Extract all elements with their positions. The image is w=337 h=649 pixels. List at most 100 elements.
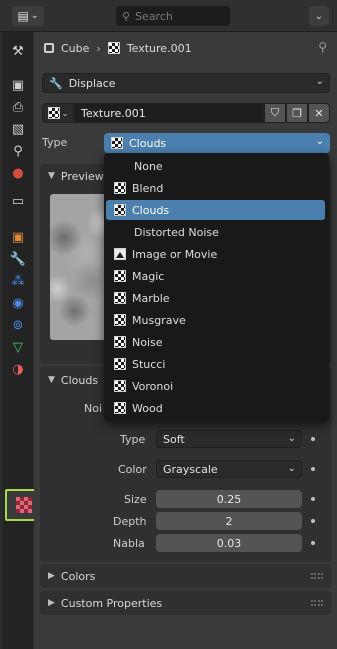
menu-item-label: None — [134, 159, 163, 173]
keyframe-dot[interactable] — [311, 541, 315, 545]
physics-tab-icon[interactable]: ◉ — [9, 294, 27, 312]
custom-properties-section[interactable]: ▶ Custom Properties — [40, 591, 331, 615]
material-tab-icon[interactable]: ◑ — [9, 360, 27, 378]
menu-item-label: Musgrave — [132, 313, 186, 327]
chevron-down-icon: ⌄ — [30, 11, 39, 21]
menu-item-stucci[interactable]: Stucci — [106, 354, 325, 374]
menu-item-musgrave[interactable]: Musgrave — [106, 310, 325, 330]
tool-tab-icon[interactable]: ⚒ — [9, 42, 27, 60]
modifier-value: Displace — [68, 76, 116, 90]
chevron-right-icon: › — [96, 41, 101, 55]
menu-item-magic[interactable]: Magic — [106, 266, 325, 286]
menu-item-none[interactable]: None — [106, 156, 325, 176]
color-label: Color — [118, 463, 147, 476]
colors-header[interactable]: ▶ Colors — [48, 564, 95, 588]
type-label: Type — [42, 136, 68, 149]
menu-item-label: Distorted Noise — [134, 225, 219, 239]
collapse-arrow-icon: ▼ — [48, 171, 55, 181]
view-layer-tab-icon[interactable]: ▧ — [9, 120, 27, 138]
clouds-header[interactable]: ▼ Clouds — [48, 368, 98, 392]
clouds-type-select[interactable]: Soft ⌄ — [156, 430, 302, 448]
menu-item-distorted-noise[interactable]: Distorted Noise — [106, 222, 325, 242]
color-select[interactable]: Grayscale ⌄ — [156, 460, 302, 478]
editor-type-button[interactable]: ▤ ⌄ — [12, 6, 44, 26]
depth-label: Depth — [113, 515, 147, 528]
scene-tab-icon[interactable]: ⚲ — [9, 142, 27, 160]
menu-item-label: Wood — [132, 401, 163, 415]
menu-item-label: Stucci — [132, 357, 166, 371]
custom-properties-title: Custom Properties — [60, 596, 163, 610]
clouds-type-label: Type — [120, 433, 146, 446]
unlink-button[interactable]: ✕ — [308, 103, 330, 123]
texture-icon — [114, 358, 126, 370]
size-field[interactable]: 0.25 — [156, 490, 302, 508]
particles-tab-icon[interactable]: ⁂ — [9, 272, 27, 290]
drag-grip-icon[interactable] — [311, 600, 323, 606]
keyframe-dot[interactable] — [311, 437, 315, 441]
clouds-type-value: Soft — [163, 432, 185, 446]
modifier-icon: 🔧 — [49, 76, 63, 90]
search-box[interactable]: ⚲ — [116, 6, 230, 26]
constraints-tab-icon[interactable]: ⊚ — [9, 316, 27, 334]
breadcrumb-object: Cube — [61, 41, 90, 55]
keyframe-dot[interactable] — [311, 467, 315, 471]
browse-texture-button[interactable]: ⌄ — [42, 103, 74, 123]
texture-tab-icon — [16, 497, 32, 513]
duplicate-icon: ❐ — [292, 106, 302, 120]
menu-item-label: Image or Movie — [132, 247, 218, 261]
texture-icon — [114, 314, 126, 326]
size-label: Size — [124, 493, 147, 506]
keyframe-dot[interactable] — [311, 519, 315, 523]
collection-tab-icon[interactable]: ▭ — [9, 192, 27, 210]
options-dropdown-button[interactable]: ⌄ — [309, 6, 329, 26]
chevron-down-icon: ⌄ — [287, 433, 296, 444]
menu-item-marble[interactable]: Marble — [106, 288, 325, 308]
texture-icon — [47, 107, 60, 119]
texture-icon — [114, 336, 126, 348]
menu-item-voronoi[interactable]: Voronoi — [106, 376, 325, 396]
custom-properties-header[interactable]: ▶ Custom Properties — [48, 591, 162, 615]
menu-item-noise[interactable]: Noise — [106, 332, 325, 352]
properties-tab-bar: ⚒ ▣ ⎙ ▧ ⚲ ● ▭ ▣ 🔧 ⁂ ◉ ⊚ ▽ ◑ — [3, 32, 43, 649]
modifier-tab-icon[interactable]: 🔧 — [9, 250, 27, 268]
shield-icon: ⛉ — [270, 106, 280, 119]
header-bar: ▤⌄ ⚲ ⌄ — [0, 0, 337, 32]
chevron-down-icon: ⌄ — [61, 108, 69, 118]
type-select[interactable]: Clouds ⌄ — [104, 133, 330, 153]
preview-header[interactable]: ▼ Preview — [48, 164, 104, 188]
menu-item-wood[interactable]: Wood — [106, 398, 325, 418]
type-dropdown-menu: None Blend Clouds Distorted Noise Image … — [104, 153, 329, 421]
keyframe-dot[interactable] — [311, 497, 315, 501]
preview-title: Preview — [60, 169, 104, 183]
texture-icon — [114, 182, 126, 194]
clouds-title: Clouds — [60, 373, 99, 387]
modifier-select[interactable]: 🔧 Displace ⌄ — [42, 73, 330, 93]
search-input[interactable] — [135, 9, 216, 23]
expand-arrow-icon: ▶ — [48, 571, 55, 581]
colors-section[interactable]: ▶ Colors — [40, 564, 331, 588]
close-icon: ✕ — [314, 106, 324, 120]
depth-field[interactable]: 2 — [156, 512, 302, 530]
menu-item-label: Noise — [132, 335, 163, 349]
output-tab-icon[interactable]: ⎙ — [9, 98, 27, 116]
chevron-down-icon: ⌄ — [315, 136, 324, 147]
menu-item-image-or-movie[interactable]: Image or Movie — [106, 244, 325, 264]
texture-name-field[interactable]: Texture.001 — [74, 103, 264, 123]
nabla-field[interactable]: 0.03 — [156, 534, 302, 552]
texture-icon — [114, 270, 126, 282]
color-value: Grayscale — [163, 462, 218, 476]
texture-icon — [111, 137, 123, 149]
collapse-arrow-icon: ▼ — [48, 375, 55, 385]
object-icon — [44, 43, 54, 53]
duplicate-button[interactable]: ❐ — [286, 103, 308, 123]
data-tab-icon[interactable]: ▽ — [9, 338, 27, 356]
object-tab-icon[interactable]: ▣ — [9, 228, 27, 246]
fake-user-button[interactable]: ⛉ — [264, 103, 286, 123]
pin-icon[interactable]: ⚲ — [318, 40, 327, 54]
drag-grip-icon[interactable] — [311, 573, 323, 579]
render-tab-icon[interactable]: ▣ — [9, 76, 27, 94]
menu-item-blend[interactable]: Blend — [106, 178, 325, 198]
colors-title: Colors — [60, 569, 96, 583]
menu-item-clouds[interactable]: Clouds — [106, 200, 325, 220]
world-tab-icon[interactable]: ● — [9, 164, 27, 182]
